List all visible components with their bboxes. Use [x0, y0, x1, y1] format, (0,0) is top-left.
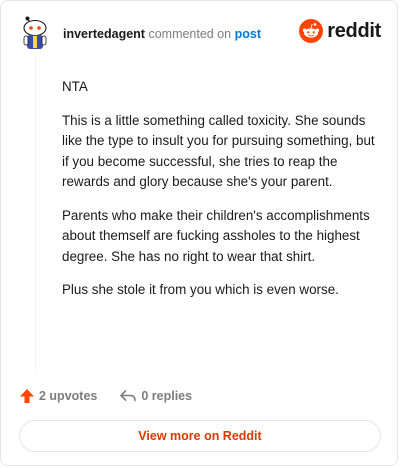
thread-line — [35, 57, 36, 369]
brand-name: reddit — [327, 19, 381, 42]
comment-paragraph: Parents who make their children's accomp… — [62, 207, 370, 264]
reddit-logo[interactable]: reddit — [299, 18, 381, 44]
user-avatar[interactable] — [19, 15, 51, 51]
post-link[interactable]: post — [235, 27, 261, 41]
comment-action-text: commented on — [148, 27, 232, 41]
reply-button[interactable]: 0 replies — [119, 388, 192, 404]
comment-author[interactable]: invertedagent — [63, 27, 145, 41]
reply-arrow-icon — [120, 390, 137, 402]
reddit-snoo-icon — [299, 19, 324, 43]
upvote-button[interactable]: 2 upvotes — [19, 388, 97, 404]
comment-paragraph: This is a little something called toxici… — [62, 112, 375, 190]
comment-actions: 2 upvotes 0 replies — [19, 387, 192, 405]
embedded-comment-card: invertedagent commented on post reddit N… — [0, 0, 398, 466]
comment-paragraph: Plus she stole it from you which is even… — [62, 282, 339, 297]
upvote-arrow-icon — [20, 389, 34, 403]
comment-header: invertedagent commented on post reddit — [19, 15, 381, 53]
upvote-count: 2 upvotes — [39, 389, 98, 403]
view-more-button[interactable]: View more on Reddit — [19, 420, 381, 452]
comment-body: NTA This is a little something called to… — [62, 77, 384, 314]
comment-paragraph: NTA — [62, 79, 88, 94]
reply-count: 0 replies — [141, 389, 193, 403]
snoo-avatar-icon — [23, 16, 47, 49]
comment-meta: invertedagent commented on post — [63, 27, 261, 41]
